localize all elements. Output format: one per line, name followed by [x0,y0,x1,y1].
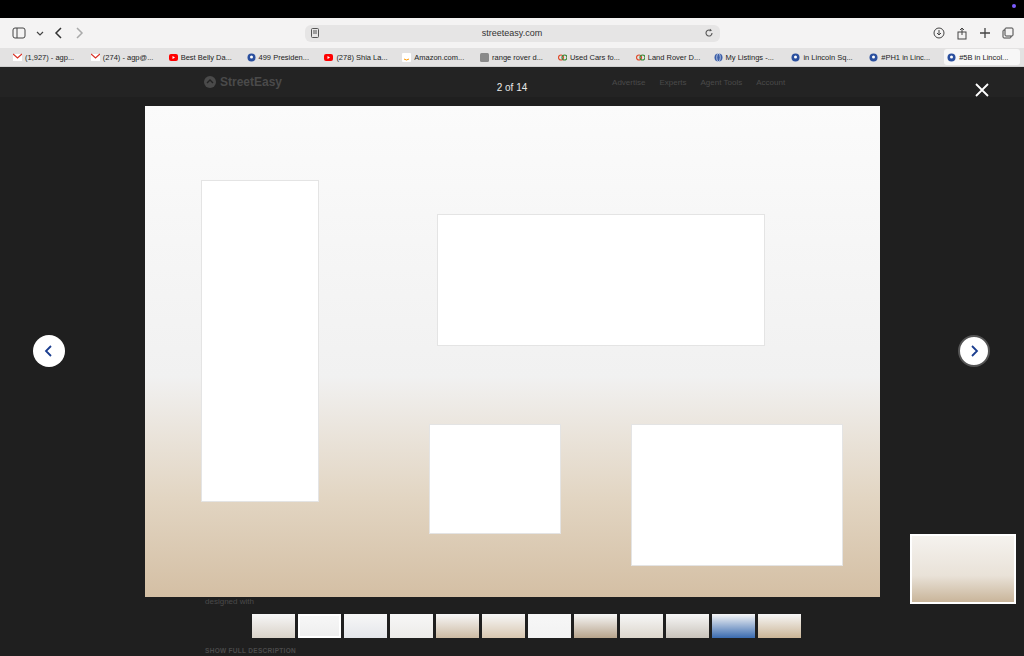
cabinet-shape [201,180,319,502]
next-photo-preview[interactable] [910,534,1016,604]
pin-favicon-icon [247,53,256,62]
back-icon[interactable] [54,27,64,39]
photo-thumbnail[interactable] [620,614,663,638]
nav-item[interactable]: Advertise [612,78,645,87]
previous-button[interactable] [33,335,65,367]
cg-favicon-icon [558,53,567,62]
photo-thumbnail[interactable] [436,614,479,638]
new-tab-icon[interactable] [979,27,991,39]
tab-label: (1,927) - agp... [25,53,74,62]
photo-thumbnail[interactable] [574,614,617,638]
tab-label: Best Belly Da... [181,53,232,62]
logo-text: StreetEasy [220,75,282,89]
browser-tab[interactable]: My Listings -... [711,49,787,65]
browser-tab[interactable]: Land Rover D... [633,49,709,65]
page-icon [311,28,319,38]
browser-tab[interactable]: Best Belly Da... [166,49,242,65]
chevron-down-icon[interactable] [36,29,44,37]
cabinet-shape [631,424,843,566]
address-text: streeteasy.com [482,28,542,38]
chevron-right-icon [969,345,979,357]
tab-label: in Lincoln Sq... [803,53,852,62]
photo-thumbnail[interactable] [482,614,525,638]
tab-label: Used Cars fo... [570,53,620,62]
tab-label: range rover d... [492,53,543,62]
nav-item[interactable]: Agent Tools [701,78,743,87]
browser-tab[interactable]: Amazon.com... [399,49,475,65]
youtube-favicon-icon [324,53,333,62]
photo-thumbnail[interactable] [298,614,341,638]
tab-label: #5B in Lincol... [959,53,1008,62]
site-logo[interactable]: StreetEasy [204,75,282,89]
cg-favicon-icon [636,53,645,62]
photo-counter: 2 of 14 [0,82,1024,93]
tab-bar: (1,927) - agp... (274) - agp@... Best Bell… [0,48,1024,67]
amazon-favicon-icon [402,53,411,62]
globe-favicon-icon [714,53,723,62]
photo-thumbnail[interactable] [712,614,755,638]
browser-tab[interactable]: Used Cars fo... [555,49,631,65]
thumbnail-strip [252,614,801,638]
sidebar-icon[interactable] [12,27,26,39]
pin-favicon-icon [869,53,878,62]
menu-strip [0,0,1024,18]
tab-label: (278) Shia La... [336,53,387,62]
tab-label: Land Rover D... [648,53,701,62]
toolbar-right [720,27,1024,40]
next-button[interactable] [958,335,990,367]
photo-thumbnail[interactable] [344,614,387,638]
youtube-favicon-icon [169,53,178,62]
tabs-overview-icon[interactable] [1002,27,1014,39]
status-dot [1012,4,1016,8]
tab-label: 499 Presiden... [259,53,309,62]
close-icon[interactable] [974,82,990,98]
photo-thumbnail[interactable] [666,614,709,638]
gmail-favicon-icon [91,53,100,62]
chevron-left-icon [44,345,54,357]
forward-icon[interactable] [74,27,84,39]
browser-tab[interactable]: range rover d... [477,49,553,65]
tab-label: My Listings -... [726,53,774,62]
share-icon[interactable] [956,27,968,40]
logo-icon [204,76,216,88]
photo-thumbnail[interactable] [390,614,433,638]
cabinet-shape [429,424,561,534]
address-bar[interactable]: streeteasy.com [305,25,720,42]
photo-thumbnail[interactable] [758,614,801,638]
tab-label: (274) - agp@... [103,53,154,62]
browser-tab[interactable]: in Lincoln Sq... [788,49,864,65]
photo-thumbnail[interactable] [528,614,571,638]
reload-icon[interactable] [704,28,714,38]
gallery-overlay: StreetEasy Advertise Experts Agent Tools Acc… [0,67,1024,656]
show-description-link[interactable]: SHOW FULL DESCRIPTION [205,647,296,654]
browser-tab[interactable]: (274) - agp@... [88,49,164,65]
generic-favicon-icon [480,53,489,62]
pin-favicon-icon [947,53,956,62]
description-text: designed with [205,597,254,606]
photo-thumbnail[interactable] [252,614,295,638]
download-icon[interactable] [933,27,945,39]
gmail-favicon-icon [13,53,22,62]
browser-tab[interactable]: (1,927) - agp... [10,49,86,65]
listing-photo [145,106,880,597]
browser-tab[interactable]: #PH1 in Linc... [866,49,942,65]
browser-tab[interactable]: #5B in Lincol... [944,49,1020,65]
browser-tab[interactable]: 499 Presiden... [244,49,320,65]
nav-item[interactable]: Experts [659,78,686,87]
nav-item[interactable]: Account [756,78,785,87]
pin-favicon-icon [791,53,800,62]
site-nav: Advertise Experts Agent Tools Account [612,78,785,87]
tab-label: Amazon.com... [414,53,464,62]
toolbar-left [0,27,305,39]
browser-tab[interactable]: (278) Shia La... [321,49,397,65]
safari-toolbar: streeteasy.com [0,18,1024,48]
tab-label: #PH1 in Linc... [881,53,930,62]
cabinet-shape [437,214,765,346]
